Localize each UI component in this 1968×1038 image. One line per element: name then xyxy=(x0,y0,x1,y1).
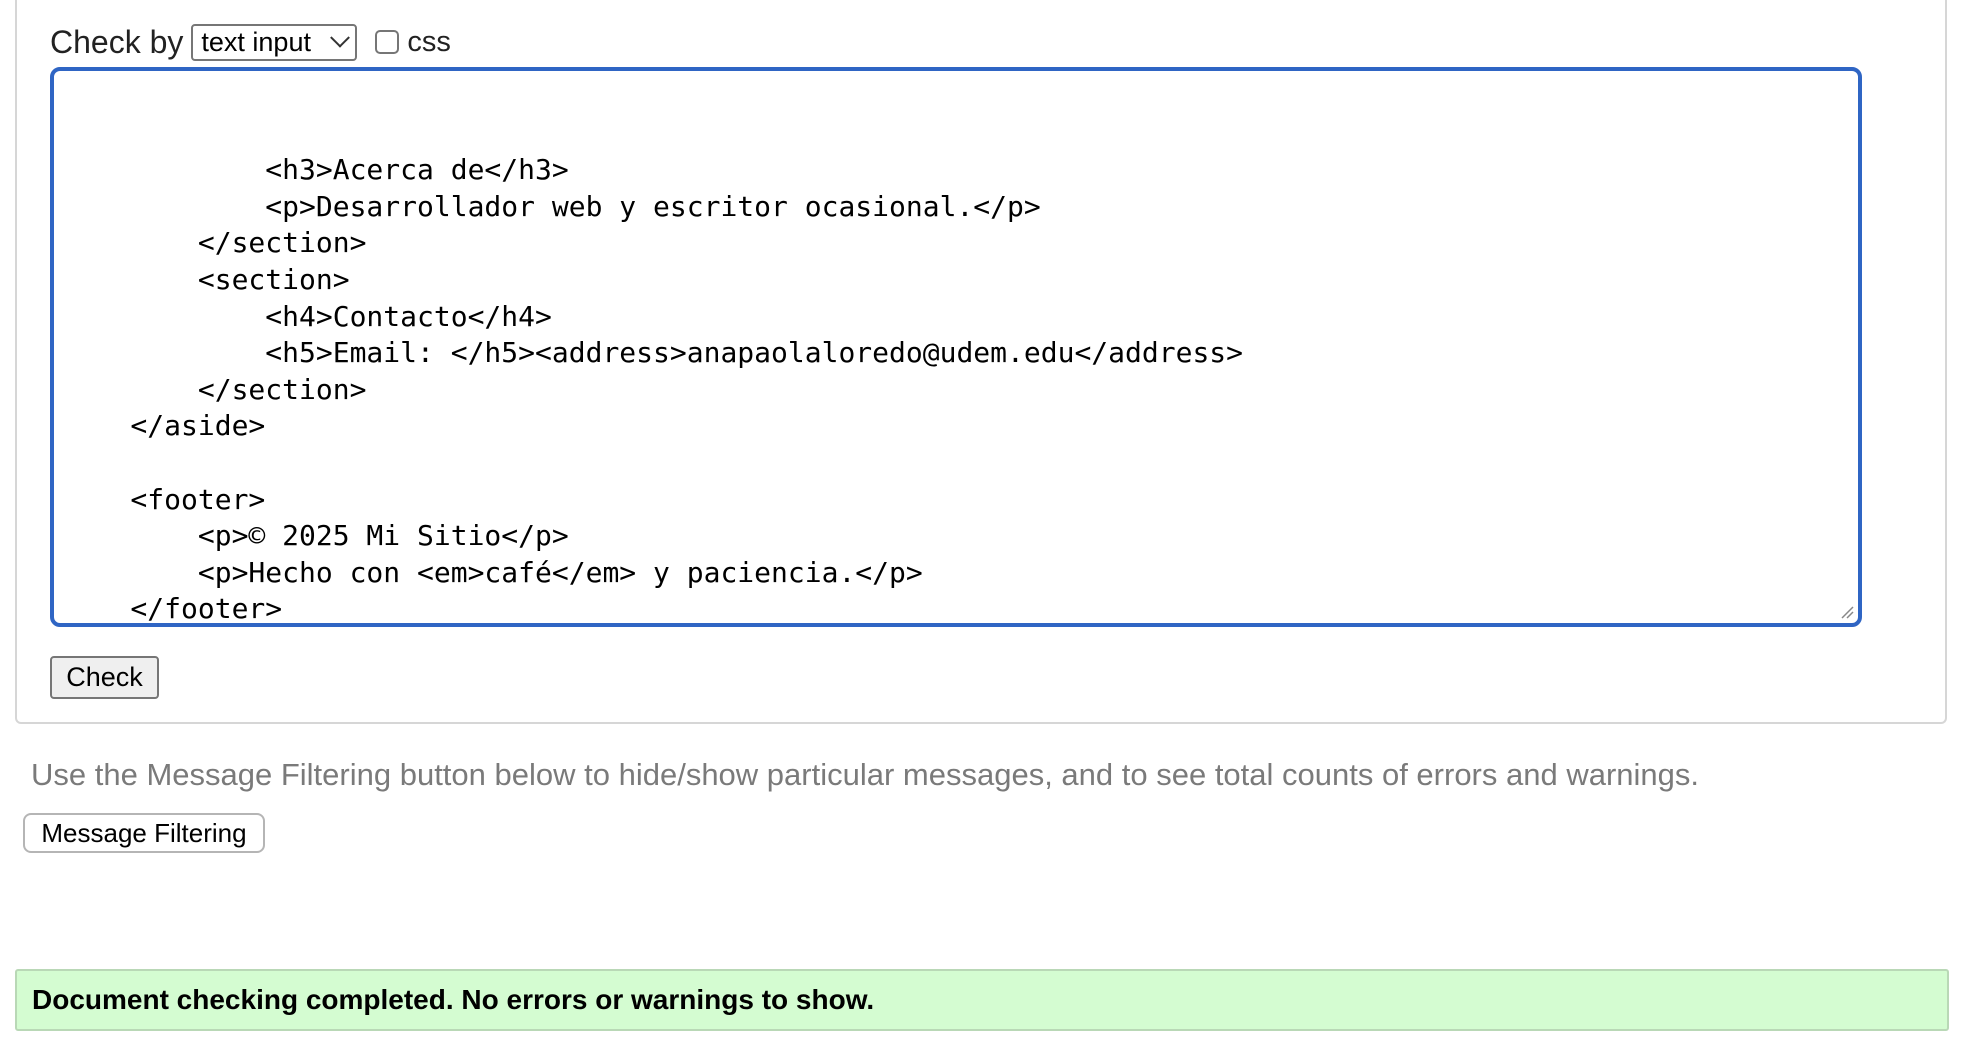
source-line: <p>Hecho con <em>café</em> y paciencia.<… xyxy=(63,555,923,589)
source-line xyxy=(63,445,1850,482)
source-line: <p>Desarrollador web y escritor ocasiona… xyxy=(63,189,1041,223)
resize-grip-icon[interactable] xyxy=(1840,605,1854,619)
source-line: </footer> xyxy=(63,592,283,626)
result-status-message: Document checking completed. No errors o… xyxy=(15,969,1949,1031)
check-by-selected-value: text input xyxy=(201,26,311,57)
check-by-select[interactable]: text input xyxy=(191,23,358,61)
source-textarea[interactable]: <h3>Acerca de</h3> <p>Desarrollador web … xyxy=(50,67,1862,627)
check-by-label: Check by xyxy=(50,23,184,60)
message-filtering-button[interactable]: Message Filtering xyxy=(23,813,265,853)
source-line: </aside> xyxy=(63,409,266,443)
css-option[interactable]: css xyxy=(375,26,451,59)
filtering-info-text: Use the Message Filtering button below t… xyxy=(31,757,1700,792)
chevron-down-icon xyxy=(330,27,351,48)
source-line: <h3>Acerca de</h3> xyxy=(63,153,569,187)
css-checkbox[interactable] xyxy=(375,30,400,54)
check-by-row: Check by text input css xyxy=(50,22,451,62)
source-line: <p>© 2025 Mi Sitio</p> xyxy=(63,519,569,553)
css-label: css xyxy=(407,25,451,58)
check-button[interactable]: Check xyxy=(50,656,159,699)
source-line: </section> xyxy=(63,226,367,260)
source-code-lines: <h3>Acerca de</h3> <p>Desarrollador web … xyxy=(63,152,1850,626)
source-line: <h5>Email: </h5><address>anapaolaloredo@… xyxy=(63,336,1244,370)
source-line: <section> xyxy=(63,262,350,296)
source-line: </section> xyxy=(63,372,367,406)
source-line: <footer> xyxy=(63,482,266,516)
source-line: <h4>Contacto</h4> xyxy=(63,299,552,333)
